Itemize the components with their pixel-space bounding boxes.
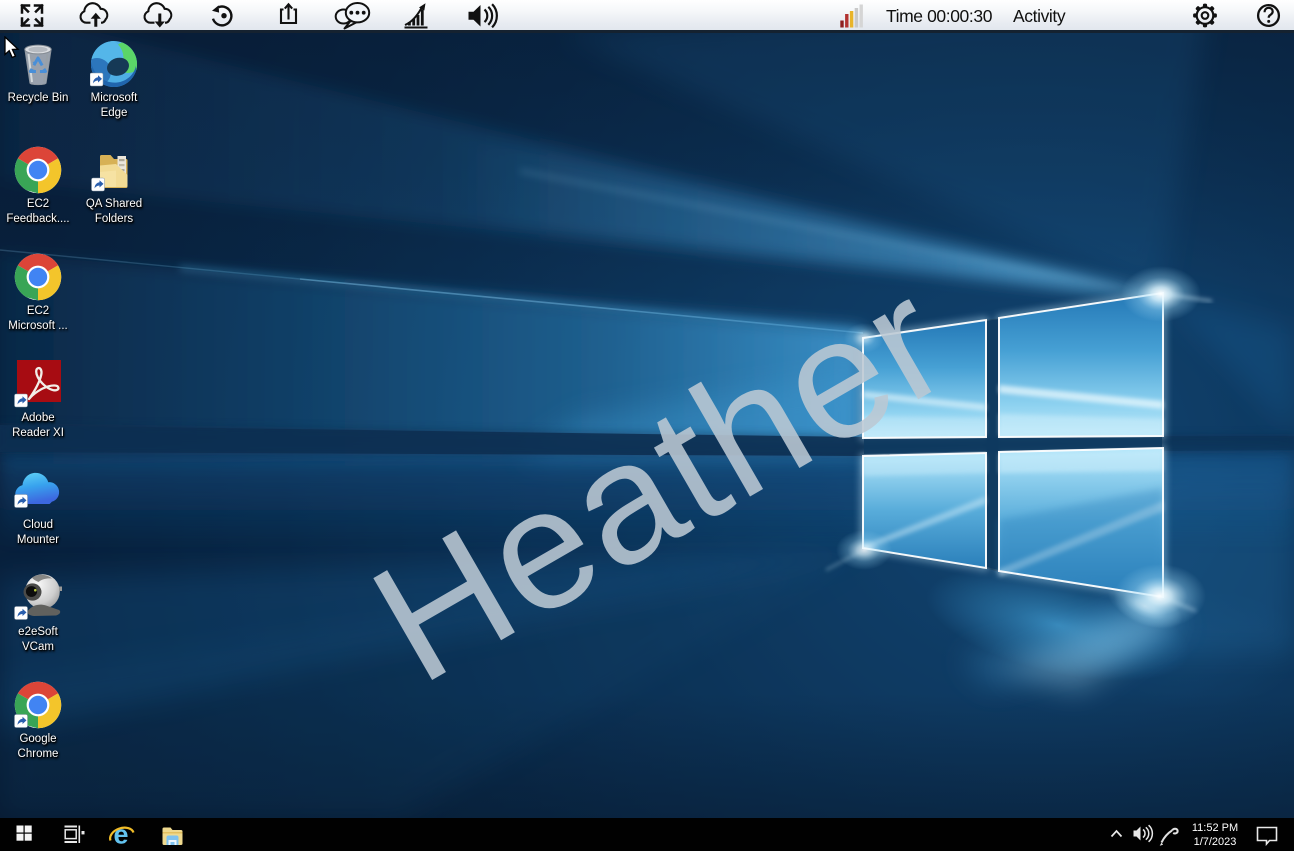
svg-text:e: e — [114, 820, 129, 850]
